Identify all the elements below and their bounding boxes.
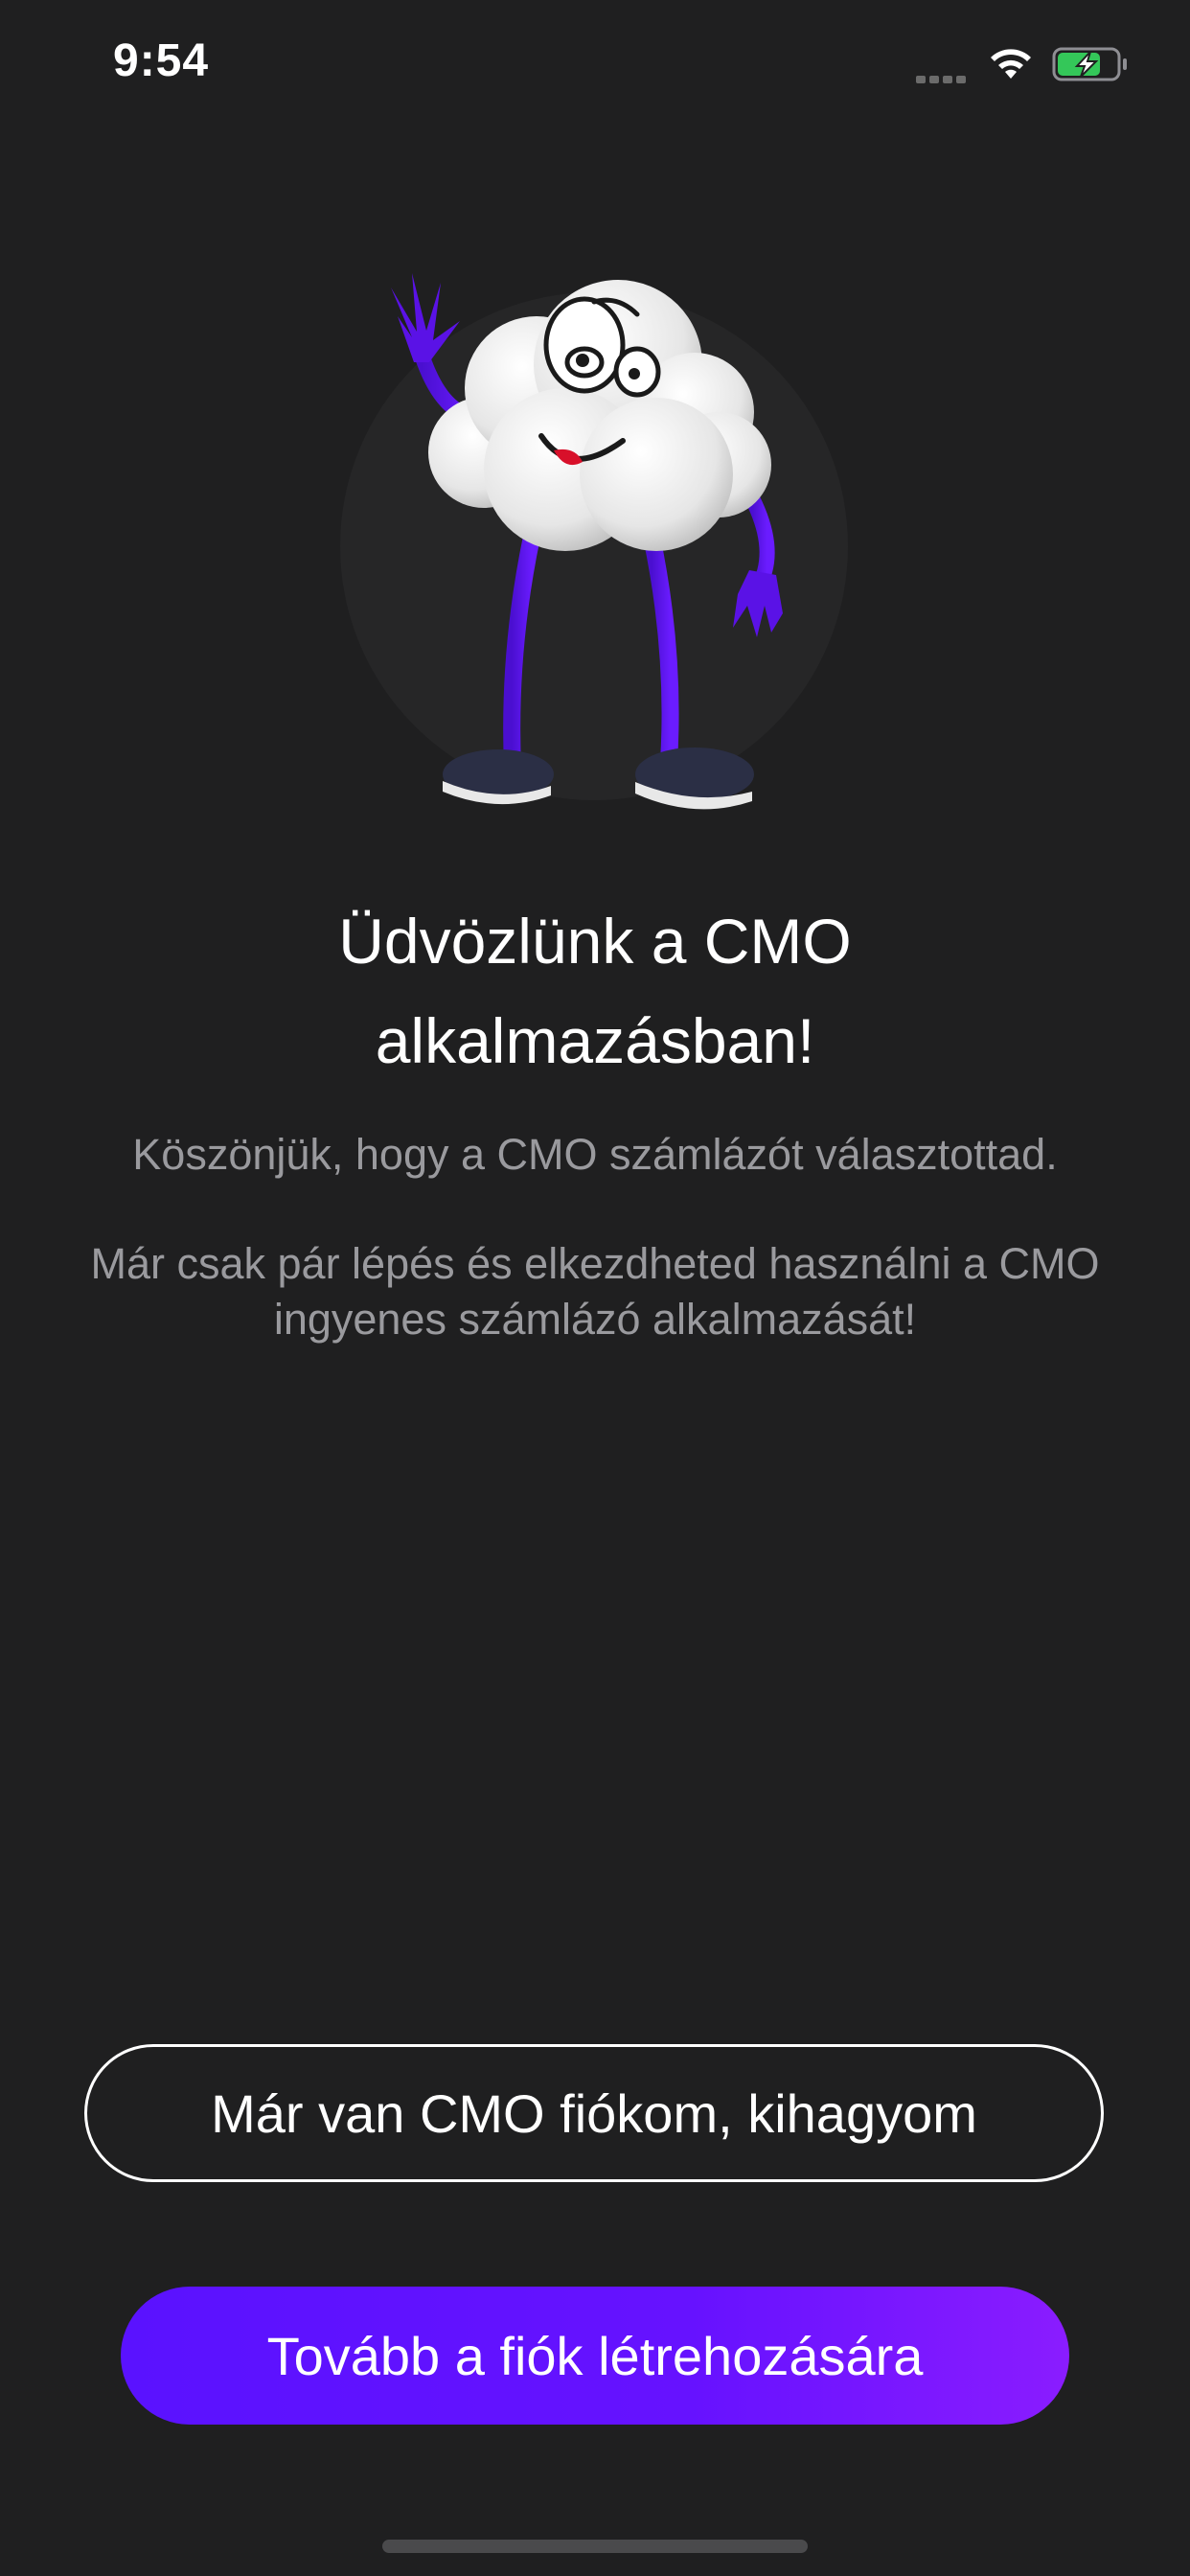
wifi-icon: [991, 49, 1031, 79]
welcome-title: Üdvözlünk a CMO alkalmazásban!: [96, 891, 1094, 1091]
create-account-button[interactable]: Tovább a fiók létrehozására: [121, 2287, 1069, 2425]
skip-button[interactable]: Már van CMO fiókom, kihagyom: [84, 2044, 1104, 2182]
steps-text-line1: Már csak pár lépés és elkezdheted haszná…: [90, 1239, 1100, 1288]
steps-text-line2: ingyenes számlázó alkalmazását!: [273, 1295, 917, 1344]
home-indicator[interactable]: [382, 2540, 808, 2553]
status-time: 9:54: [113, 35, 210, 86]
welcome-title-line2: alkalmazásban!: [375, 1005, 815, 1076]
battery-charging-icon: [1052, 47, 1127, 81]
status-bar: 9:54: [0, 0, 1190, 134]
thanks-text: Köszönjük, hogy a CMO számlázót választo…: [132, 1130, 1058, 1179]
welcome-title-line1: Üdvözlünk a CMO: [338, 906, 852, 977]
signal-icon: [916, 71, 970, 83]
steps-text: Már csak pár lépés és elkezdheted haszná…: [38, 1236, 1152, 1347]
cloud-mascot-icon: [340, 273, 848, 810]
